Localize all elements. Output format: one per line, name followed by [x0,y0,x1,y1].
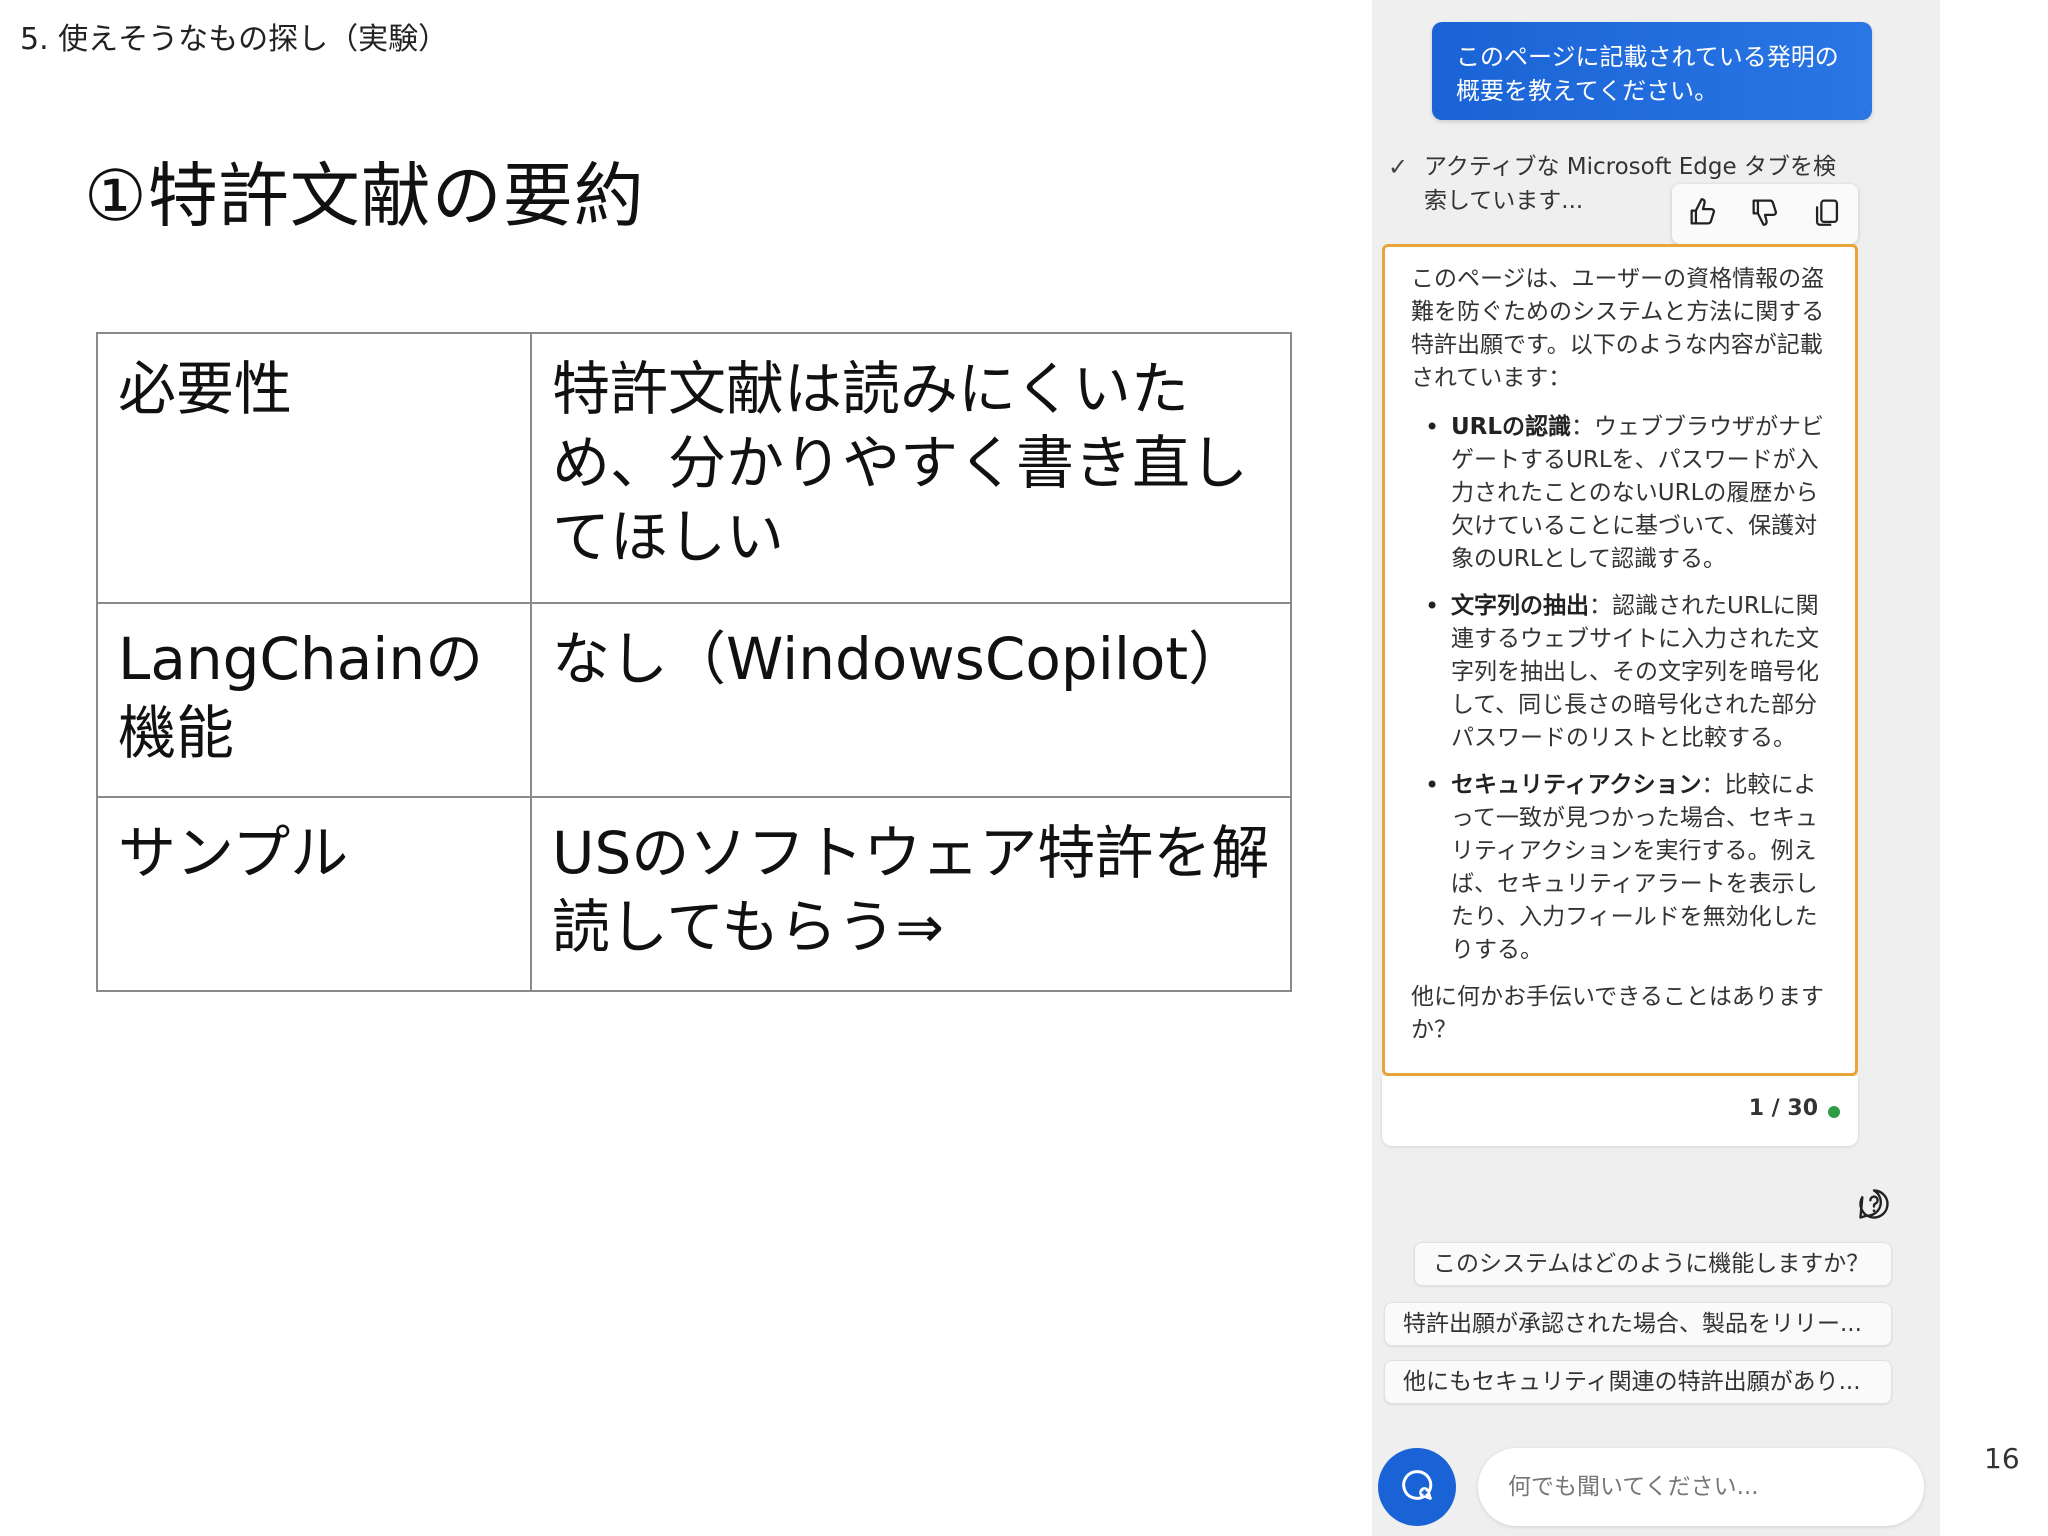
turn-counter: 1 / 30 [1748,1096,1818,1121]
copy-icon[interactable] [1810,195,1844,233]
thumbs-up-icon[interactable] [1686,195,1720,233]
table-cell-value: USのソフトウェア特許を解読してもらう⇒ [530,796,1292,992]
suggestion-chip[interactable]: 特許出願が承認された場合、製品をリリー... [1384,1302,1892,1346]
slide-title: ①特許文献の要約 [84,155,645,237]
bullet-text: ：比較によって一致が見つかった場合、セキュリティアクションを実行する。例えば、セ… [1451,772,1818,963]
bullet-title: セキュリティアクション [1451,772,1702,798]
table-cell-label: 必要性 [96,332,532,604]
table-row: サンプル USのソフトウェア特許を解読してもらう⇒ [96,796,1292,992]
response-bullet: URLの認識：ウェブブラウザがナビゲートするURLを、パスワードが入力されたこと… [1425,411,1829,576]
new-topic-icon [1397,1465,1437,1509]
user-message-bubble: このページに記載されている発明の概要を教えてください。 [1432,22,1872,120]
page-number: 16 [1984,1442,2020,1475]
table-cell-label: サンプル [96,796,532,992]
response-footer: 1 / 30 [1382,1076,1858,1146]
suggestion-chip[interactable]: このシステムはどのように機能しますか？ [1414,1242,1892,1286]
response-list: URLの認識：ウェブブラウザがナビゲートするURLを、パスワードが入力されたこと… [1411,411,1829,967]
table-cell-value: 特許文献は読みにくいため、分かりやすく書き直してほしい [530,332,1292,604]
suggestion-chip[interactable]: 他にもセキュリティ関連の特許出願があり... [1384,1360,1892,1404]
response-intro: このページは、ユーザーの資格情報の盗難を防ぐためのシステムと方法に関する特許出願… [1411,266,1825,391]
bullet-title: URLの認識 [1451,414,1572,440]
thumbs-down-icon[interactable] [1748,195,1782,233]
table-row: 必要性 特許文献は読みにくいため、分かりやすく書き直してほしい [96,332,1292,604]
response-bullet: 文字列の抽出：認識されたURLに関連するウェブサイトに入力された文字列を抽出し、… [1425,590,1829,755]
bullet-title: 文字列の抽出 [1451,593,1589,619]
section-header: 5. 使えそうなもの探し（実験） [20,22,449,57]
status-dot [1828,1106,1840,1118]
slide-table: 必要性 特許文献は読みにくいため、分かりやすく書き直してほしい LangChai… [96,332,1292,992]
table-row: LangChainの機能 なし（WindowsCopilot） [96,602,1292,798]
copilot-response: このページは、ユーザーの資格情報の盗難を防ぐためのシステムと方法に関する特許出願… [1382,244,1858,1076]
chat-input-container [1478,1448,1924,1526]
chat-input[interactable] [1506,1466,1900,1508]
table-cell-label: LangChainの機能 [96,602,532,798]
help-icon[interactable] [1856,1186,1892,1222]
response-actions [1672,184,1858,244]
response-closing: 他に何かお手伝いできることはありますか？ [1411,984,1824,1043]
new-topic-button[interactable] [1378,1448,1456,1526]
table-cell-value: なし（WindowsCopilot） [530,602,1292,798]
response-bullet: セキュリティアクション：比較によって一致が見つかった場合、セキュリティアクション… [1425,769,1829,967]
check-icon: ✓ [1388,153,1409,181]
